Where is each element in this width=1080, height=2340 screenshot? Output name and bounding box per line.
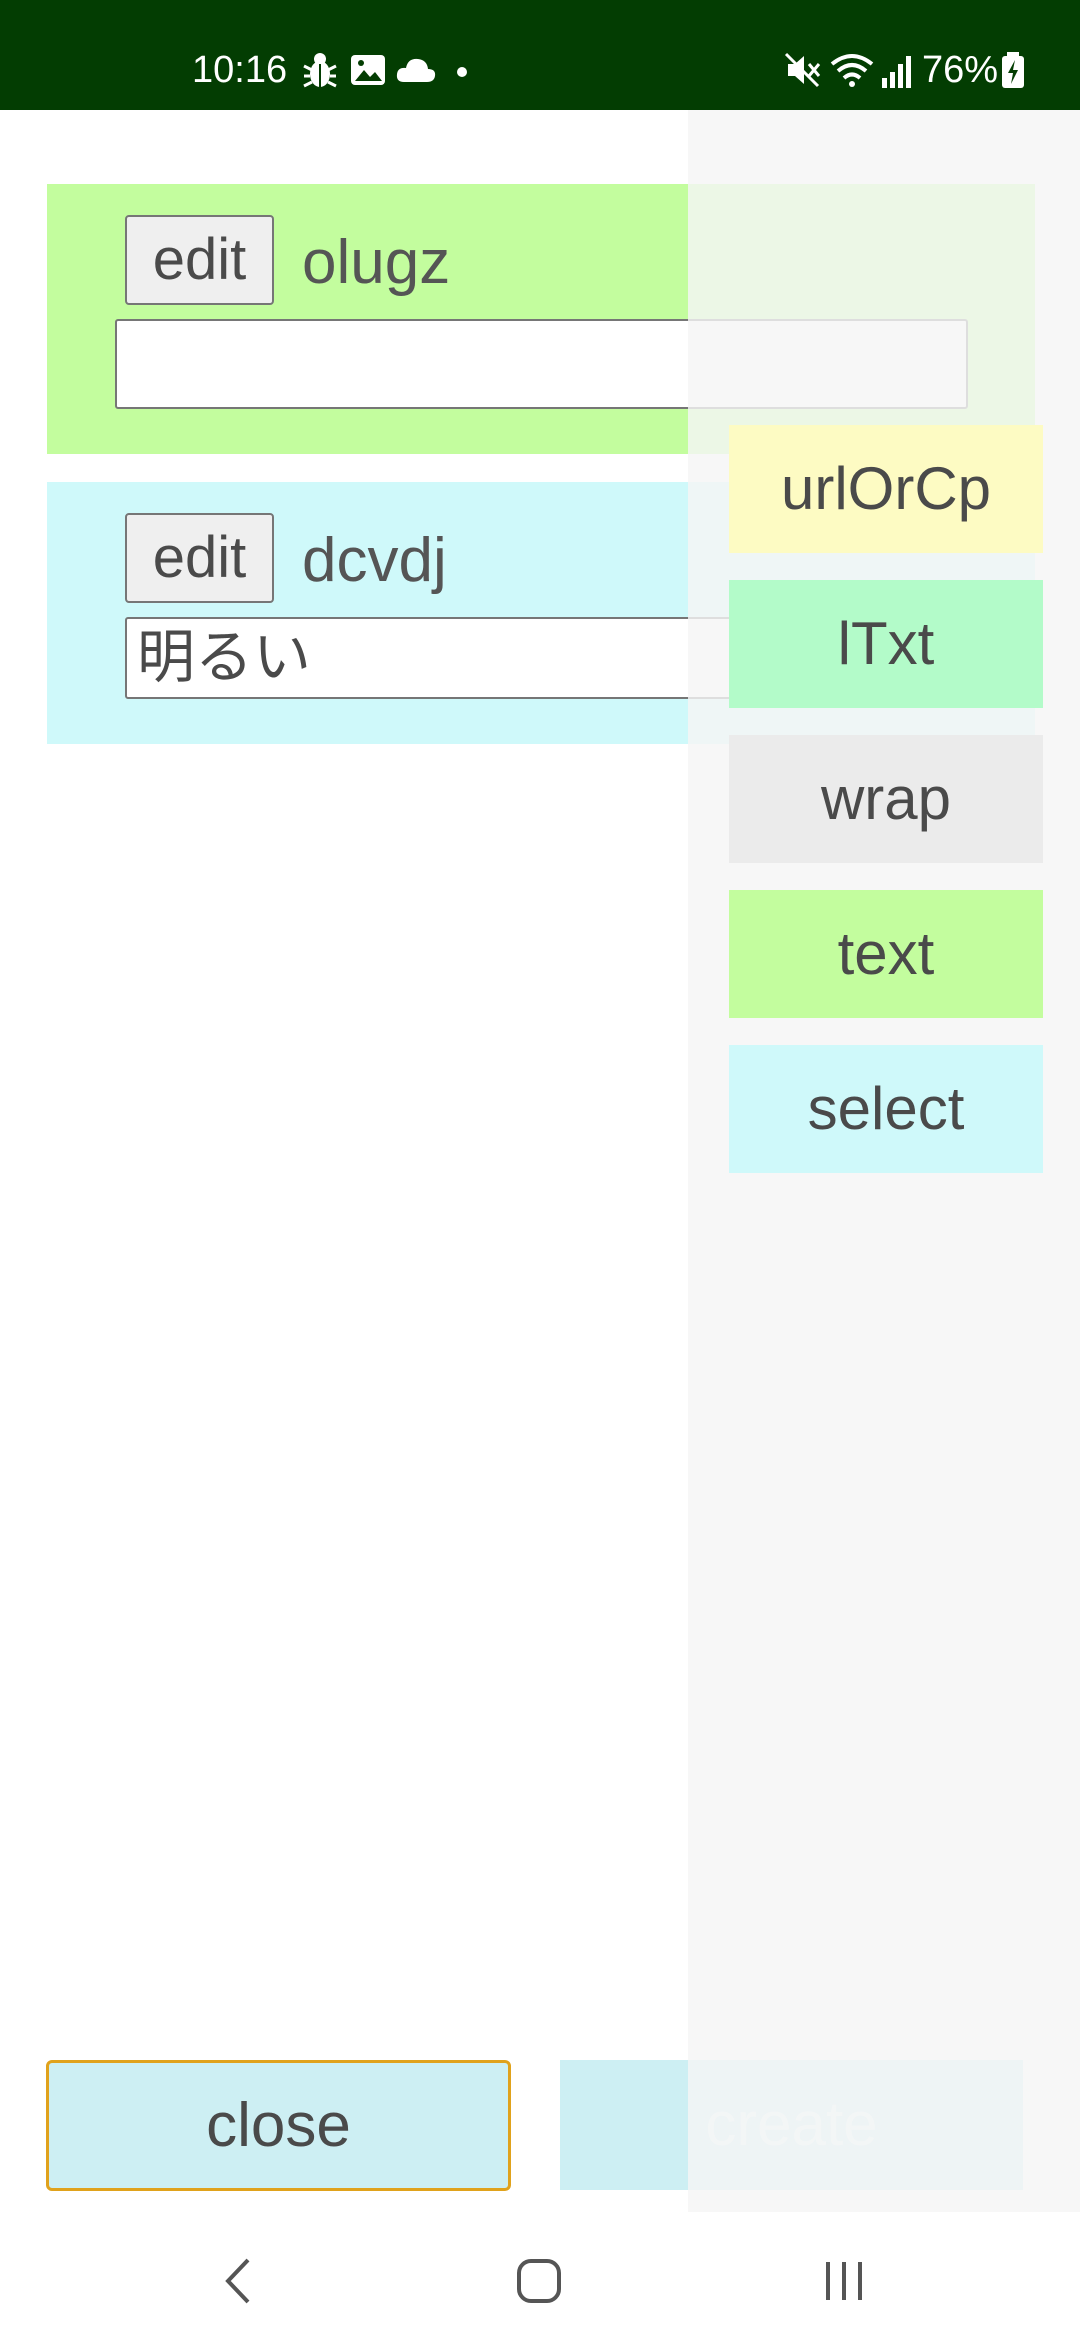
menu-item-select[interactable]: select bbox=[729, 1045, 1043, 1173]
edit-button[interactable]: edit bbox=[125, 513, 274, 603]
recents-icon[interactable] bbox=[820, 2256, 868, 2306]
battery-percentage: 76% bbox=[922, 49, 999, 91]
menu-item-ltxt[interactable]: lTxt bbox=[729, 580, 1043, 708]
status-time: 10:16 bbox=[192, 49, 288, 91]
edit-button[interactable]: edit bbox=[125, 215, 274, 305]
cloud-icon bbox=[396, 58, 436, 82]
menu-item-wrap[interactable]: wrap bbox=[729, 735, 1043, 863]
status-bar: 10:16 76% bbox=[0, 0, 1080, 110]
battery-charging-icon bbox=[1002, 52, 1024, 88]
image-icon bbox=[351, 55, 385, 85]
bug-icon bbox=[303, 53, 337, 88]
home-icon[interactable] bbox=[514, 2256, 564, 2306]
dot-icon bbox=[457, 67, 467, 77]
mute-icon bbox=[784, 52, 821, 88]
text-input[interactable]: 明るい bbox=[125, 617, 785, 699]
navigation-bar bbox=[0, 2212, 1080, 2340]
wifi-icon bbox=[830, 54, 874, 87]
item-title: dcvdj bbox=[302, 526, 447, 595]
close-button[interactable]: close bbox=[46, 2060, 511, 2191]
back-icon[interactable] bbox=[218, 2256, 258, 2306]
screen: 10:16 76% edit olugz edit dcvdj 明るい clos… bbox=[0, 0, 1080, 2340]
signal-icon bbox=[882, 56, 911, 88]
menu-item-text[interactable]: text bbox=[729, 890, 1043, 1018]
menu-item-urlorcp[interactable]: urlOrCp bbox=[729, 425, 1043, 553]
item-title: olugz bbox=[302, 228, 451, 297]
